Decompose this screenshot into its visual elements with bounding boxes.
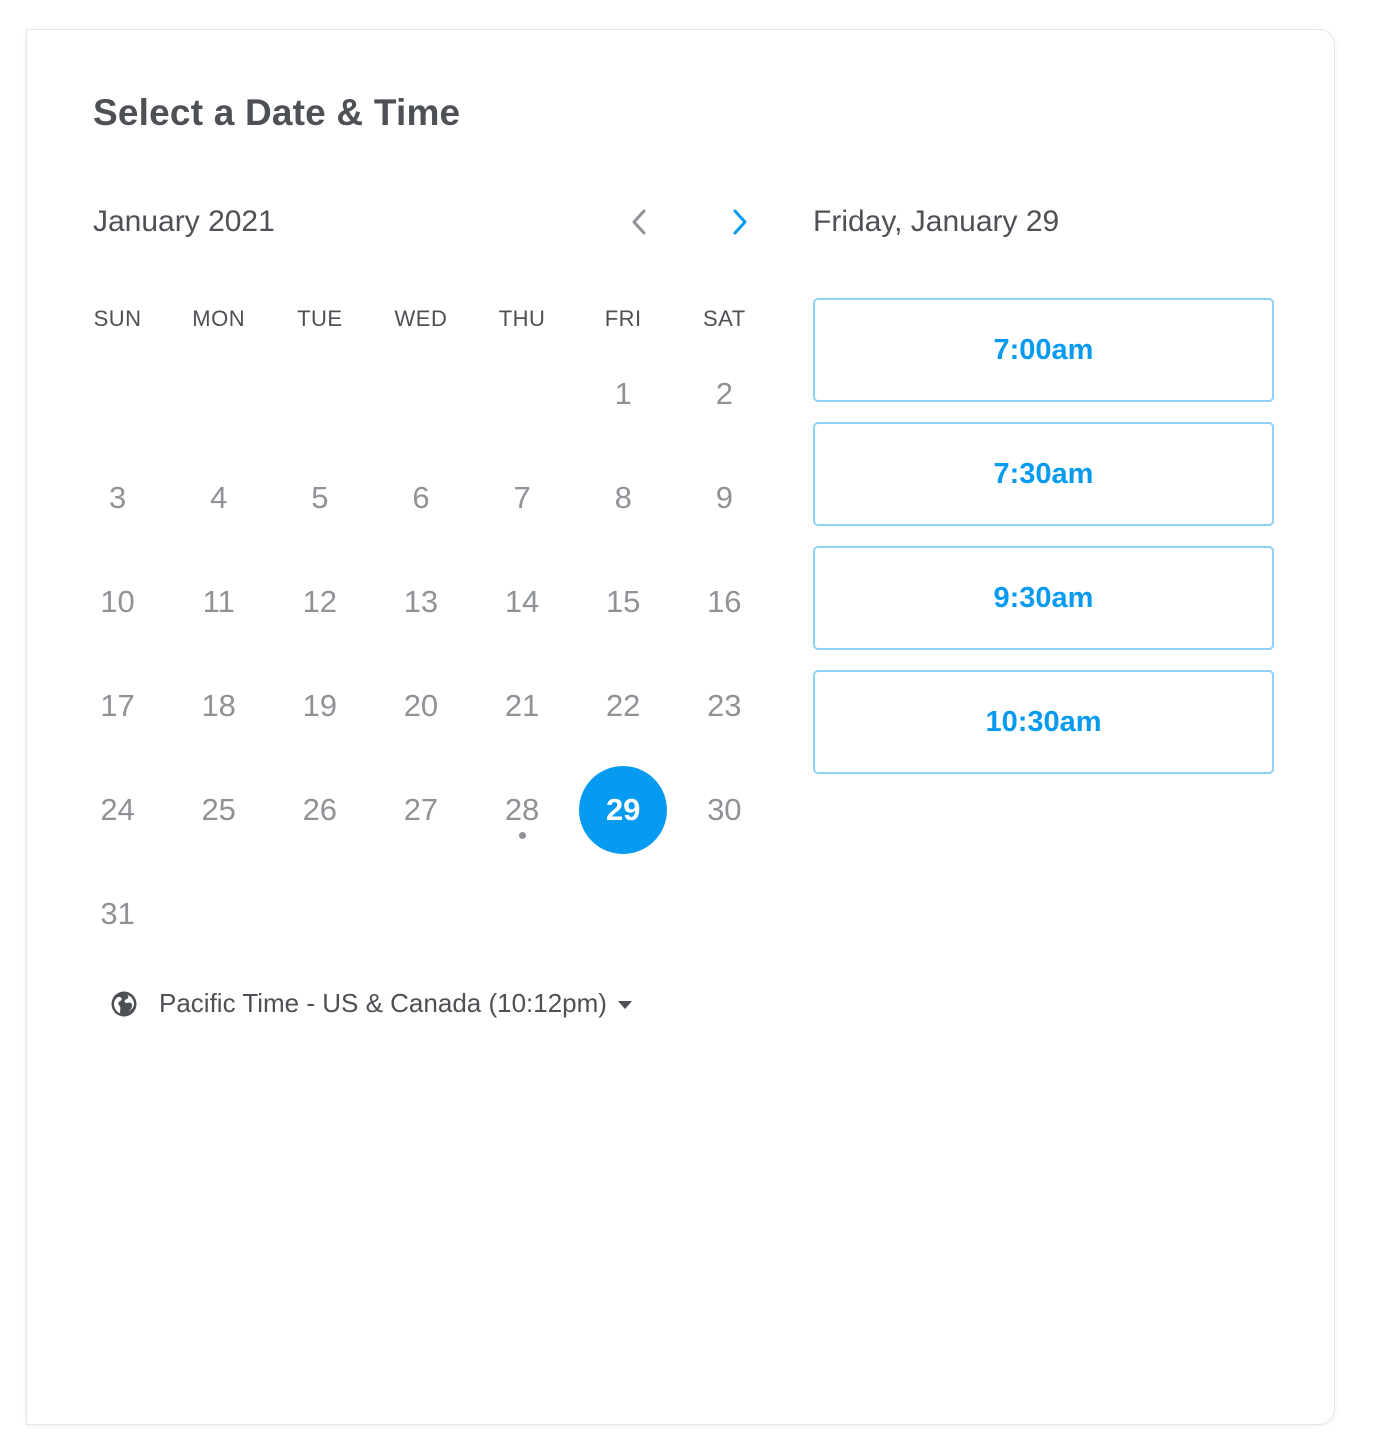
timezone-label: Pacific Time - US & Canada (10:12pm)	[159, 988, 607, 1018]
calendar-day-number: 3	[108, 480, 127, 515]
calendar-day-number: 24	[100, 792, 135, 827]
weekday-label: FRI	[604, 306, 642, 331]
globe-icon	[111, 991, 137, 1016]
calendar-day-number: 16	[707, 584, 742, 619]
calendar-day: 24	[67, 758, 168, 862]
calendar-day-number[interactable]: 29	[579, 766, 668, 854]
calendar-day-today: 28	[472, 758, 573, 862]
calendar-day: 1	[573, 342, 674, 446]
calendar-day-number: 9	[715, 480, 733, 515]
weekday-label: THU	[498, 306, 546, 331]
calendar-day: 21	[472, 654, 573, 758]
calendar-day: 6	[370, 446, 471, 550]
month-label: January 2021	[93, 205, 275, 238]
calendar-day: 12	[269, 550, 370, 654]
calendar-empty-cell	[370, 342, 471, 446]
page-title: Select a Date & Time	[93, 92, 461, 133]
calendar-day: 3	[67, 446, 168, 550]
calendar-day-number: 20	[403, 688, 439, 723]
calendar-day: 30	[674, 758, 775, 862]
calendar-day: 18	[168, 654, 269, 758]
calendar-day-number: 23	[707, 688, 742, 723]
calendar-day: 2	[674, 342, 775, 446]
calendar-day-number: 26	[302, 792, 338, 827]
calendar-day-number: 2	[715, 376, 733, 411]
scheduling-panel: Select a Date & Time January 2021 SUN MO…	[26, 29, 1335, 1425]
calendar-day-number: 14	[504, 584, 540, 619]
time-slot-list: 7:00am 7:30am 9:30am 10:30am	[813, 298, 1274, 794]
time-slot-button[interactable]: 7:30am	[813, 422, 1274, 526]
calendar-day-number: 13	[403, 584, 439, 619]
calendar-day: 5	[269, 446, 370, 550]
calendar-day: 26	[269, 758, 370, 862]
weekday-label: MON	[192, 306, 246, 331]
weekday-label: SUN	[93, 306, 142, 331]
calendar-day-number: 5	[311, 480, 329, 515]
weekday-label: SAT	[702, 306, 746, 331]
calendar-empty-cell	[67, 342, 168, 446]
calendar-day-number: 21	[504, 688, 540, 723]
today-indicator-dot	[518, 832, 526, 839]
caret-down-icon	[617, 1000, 632, 1009]
calendar-day: 17	[67, 654, 168, 758]
calendar-day: 16	[674, 550, 775, 654]
calendar-day-number: 7	[513, 480, 531, 515]
calendar-day-number: 4	[210, 480, 228, 515]
calendar-day: 22	[573, 654, 674, 758]
calendar-day-selected[interactable]: 29	[573, 758, 674, 862]
calendar-day-number: 17	[100, 688, 135, 723]
calendar-day-number: 10	[100, 584, 135, 619]
time-slot-button[interactable]: 7:00am	[813, 298, 1274, 402]
weekday-header: SUN MON TUE WED THU FRI SAT	[67, 306, 775, 332]
calendar-day-number: 27	[403, 792, 439, 827]
calendar-day-number: 25	[201, 792, 236, 827]
calendar-day-number: 22	[605, 688, 641, 723]
chevron-right-icon	[733, 209, 747, 235]
calendar-day-number: 6	[412, 480, 430, 515]
time-slot-button[interactable]: 9:30am	[813, 546, 1274, 650]
calendar-day: 10	[67, 550, 168, 654]
calendar-day-number: 11	[202, 584, 235, 619]
calendar-day-number: 30	[707, 792, 742, 827]
calendar-day-number: 8	[614, 480, 632, 515]
calendar-day-number: 1	[614, 376, 632, 411]
calendar-day: 13	[370, 550, 471, 654]
calendar-empty-cell	[168, 342, 269, 446]
calendar-day: 15	[573, 550, 674, 654]
calendar-day: 23	[674, 654, 775, 758]
calendar-day: 19	[269, 654, 370, 758]
calendar-day-number: 12	[302, 584, 338, 619]
selected-date-label: Friday, January 29	[813, 205, 1060, 238]
calendar-day-number: 19	[302, 688, 338, 723]
previous-month-button[interactable]	[617, 200, 661, 244]
calendar-day: 9	[674, 446, 775, 550]
timezone-selector[interactable]: Pacific Time - US & Canada (10:12pm)	[109, 988, 633, 1019]
calendar-day-number: 31	[100, 896, 135, 931]
calendar-empty-cell	[472, 342, 573, 446]
calendar-day: 27	[370, 758, 471, 862]
weekday-label: WED	[394, 306, 448, 331]
calendar-day-number: 28	[504, 792, 540, 827]
next-month-button[interactable]	[718, 200, 762, 244]
chevron-left-icon	[632, 209, 646, 235]
calendar-day-number: 15	[605, 584, 641, 619]
calendar-empty-cell	[269, 342, 370, 446]
calendar-day-number: 18	[201, 688, 236, 723]
calendar-day: 11	[168, 550, 269, 654]
calendar-grid: 1 2 3 4 5 6 7 8 9 10 11 12 13 14 15 16 1…	[67, 342, 775, 966]
calendar-day: 20	[370, 654, 471, 758]
calendar-day: 4	[168, 446, 269, 550]
calendar-day: 25	[168, 758, 269, 862]
time-slot-button[interactable]: 10:30am	[813, 670, 1274, 774]
calendar-day: 31	[67, 862, 168, 966]
calendar-day: 7	[472, 446, 573, 550]
calendar-day: 8	[573, 446, 674, 550]
weekday-label: TUE	[297, 306, 343, 331]
calendar-day: 14	[472, 550, 573, 654]
